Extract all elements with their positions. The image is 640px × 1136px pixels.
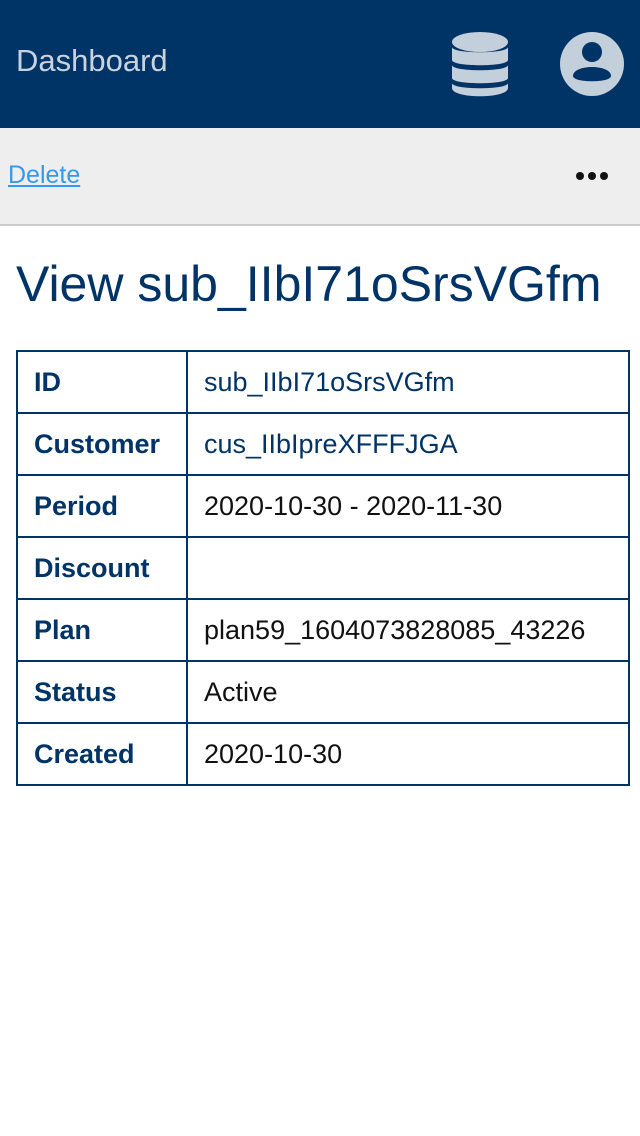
table-row: Status Active: [16, 660, 630, 724]
row-label: Customer: [16, 412, 188, 476]
table-row: Plan plan59_1604073828085_43226: [16, 598, 630, 662]
table-row: Customer cus_IIbIpreXFFFJGA: [16, 412, 630, 476]
period-value: 2020-10-30 - 2020-11-30: [186, 474, 630, 538]
table-row: Created 2020-10-30: [16, 722, 630, 786]
discount-value: [186, 536, 630, 600]
subscription-details-table: ID sub_IIbI71oSrsVGfm Customer cus_IIbIp…: [16, 350, 630, 786]
plan-value: plan59_1604073828085_43226: [186, 598, 630, 662]
page-title: View sub_IIbI71oSrsVGfm: [16, 256, 602, 312]
app-header: Dashboard: [0, 0, 640, 128]
status-value: Active: [186, 660, 630, 724]
row-label: Status: [16, 660, 188, 724]
table-row: ID sub_IIbI71oSrsVGfm: [16, 350, 630, 414]
more-options-icon[interactable]: [570, 158, 614, 194]
delete-link[interactable]: Delete: [8, 160, 80, 190]
table-row: Period 2020-10-30 - 2020-11-30: [16, 474, 630, 538]
subscription-id-link[interactable]: sub_IIbI71oSrsVGfm: [186, 350, 630, 414]
row-label: Discount: [16, 536, 188, 600]
table-row: Discount: [16, 536, 630, 600]
customer-id-link[interactable]: cus_IIbIpreXFFFJGA: [186, 412, 630, 476]
row-label: Period: [16, 474, 188, 538]
database-icon[interactable]: [448, 30, 512, 98]
dashboard-link[interactable]: Dashboard: [16, 42, 168, 80]
row-label: Plan: [16, 598, 188, 662]
action-toolbar: Delete: [0, 128, 640, 226]
created-value: 2020-10-30: [186, 722, 630, 786]
row-label: ID: [16, 350, 188, 414]
user-account-icon[interactable]: [558, 30, 626, 98]
row-label: Created: [16, 722, 188, 786]
